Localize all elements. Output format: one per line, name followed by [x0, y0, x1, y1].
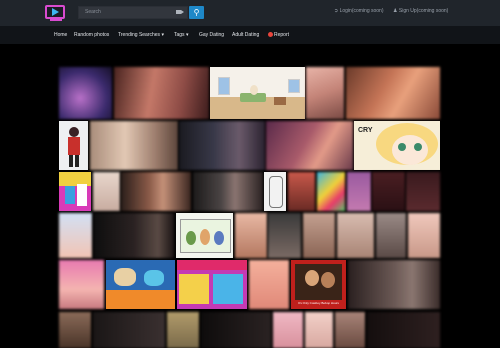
image-thumbnail[interactable]	[347, 172, 371, 211]
search-button[interactable]: ⚲	[189, 6, 204, 19]
play-icon	[52, 8, 59, 16]
nav-gay-dating[interactable]: Gay Dating	[199, 32, 224, 38]
thumbnail-caption: CRY	[358, 127, 373, 134]
login-link[interactable]: ➲ Login(coming soon)	[334, 8, 384, 14]
image-thumbnail[interactable]	[249, 260, 289, 309]
image-thumbnail[interactable]	[288, 172, 315, 211]
search-placeholder: Search	[85, 9, 101, 15]
image-thumbnail[interactable]	[106, 260, 175, 309]
image-thumbnail[interactable]	[59, 213, 92, 258]
camera-icon[interactable]	[176, 10, 184, 14]
image-thumbnail[interactable]	[59, 312, 91, 348]
image-thumbnail[interactable]	[179, 121, 265, 170]
user-plus-icon: ♟	[393, 8, 398, 14]
nav-adult-dating[interactable]: Adult Dating	[232, 32, 259, 38]
image-thumbnail[interactable]	[90, 121, 178, 170]
report-icon	[268, 32, 273, 37]
image-thumbnail[interactable]	[59, 260, 104, 309]
image-thumbnail[interactable]	[167, 312, 199, 348]
image-thumbnail[interactable]	[273, 312, 303, 348]
image-thumbnail[interactable]	[201, 312, 271, 348]
image-thumbnail[interactable]	[266, 121, 353, 170]
image-thumbnail[interactable]	[235, 213, 267, 258]
image-thumbnail[interactable]	[346, 67, 440, 119]
search-icon: ⚲	[193, 8, 200, 17]
image-thumbnail[interactable]	[372, 172, 405, 211]
image-thumbnail[interactable]	[93, 312, 165, 348]
image-thumbnail[interactable]	[305, 312, 333, 348]
image-thumbnail[interactable]	[335, 312, 365, 348]
image-thumbnail[interactable]	[264, 172, 286, 211]
thumbnail-caption: It's Only Cowboy Bebop Hours	[298, 301, 339, 305]
image-thumbnail[interactable]	[59, 67, 112, 119]
image-thumbnail[interactable]	[93, 172, 120, 211]
nav-trending-searches[interactable]: Trending Searches ▾	[118, 32, 164, 38]
nav-random-photos[interactable]: Random photos	[74, 32, 109, 38]
search-input[interactable]: Search	[78, 6, 188, 19]
image-thumbnail[interactable]	[348, 260, 440, 309]
image-thumbnail[interactable]: It's Only Cowboy Bebop Hours	[291, 260, 346, 309]
site-logo[interactable]	[45, 5, 65, 21]
nav-home[interactable]: Home	[54, 32, 67, 38]
signup-link[interactable]: ♟ Sign Up(coming soon)	[393, 8, 448, 14]
image-thumbnail[interactable]	[177, 260, 247, 309]
top-navbar: Search ⚲ ➲ Login(coming soon) ♟ Sign Up(…	[0, 0, 500, 26]
image-thumbnail[interactable]	[210, 67, 305, 119]
image-thumbnail[interactable]	[303, 213, 335, 258]
image-thumbnail[interactable]	[176, 213, 233, 258]
image-thumbnail[interactable]	[306, 67, 344, 119]
login-icon: ➲	[334, 8, 339, 14]
image-thumbnail[interactable]	[406, 172, 440, 211]
image-thumbnail[interactable]	[317, 172, 345, 211]
image-thumbnail[interactable]	[367, 312, 440, 348]
image-thumbnail[interactable]	[337, 213, 374, 258]
image-thumbnail[interactable]	[114, 67, 209, 119]
image-thumbnail[interactable]	[94, 213, 174, 258]
image-thumbnail[interactable]	[376, 213, 406, 258]
image-thumbnail[interactable]	[193, 172, 263, 211]
image-thumbnail[interactable]	[408, 213, 440, 258]
image-thumbnail[interactable]: CRY	[354, 121, 440, 170]
image-thumbnail[interactable]	[268, 213, 301, 258]
nav-report[interactable]: Report	[268, 32, 289, 38]
image-thumbnail[interactable]	[59, 172, 91, 211]
main-nav: Home Random photos Trending Searches ▾ T…	[0, 26, 500, 44]
nav-tags[interactable]: Tags ▾	[174, 32, 188, 38]
image-thumbnail[interactable]	[59, 121, 88, 170]
image-thumbnail[interactable]	[121, 172, 191, 211]
